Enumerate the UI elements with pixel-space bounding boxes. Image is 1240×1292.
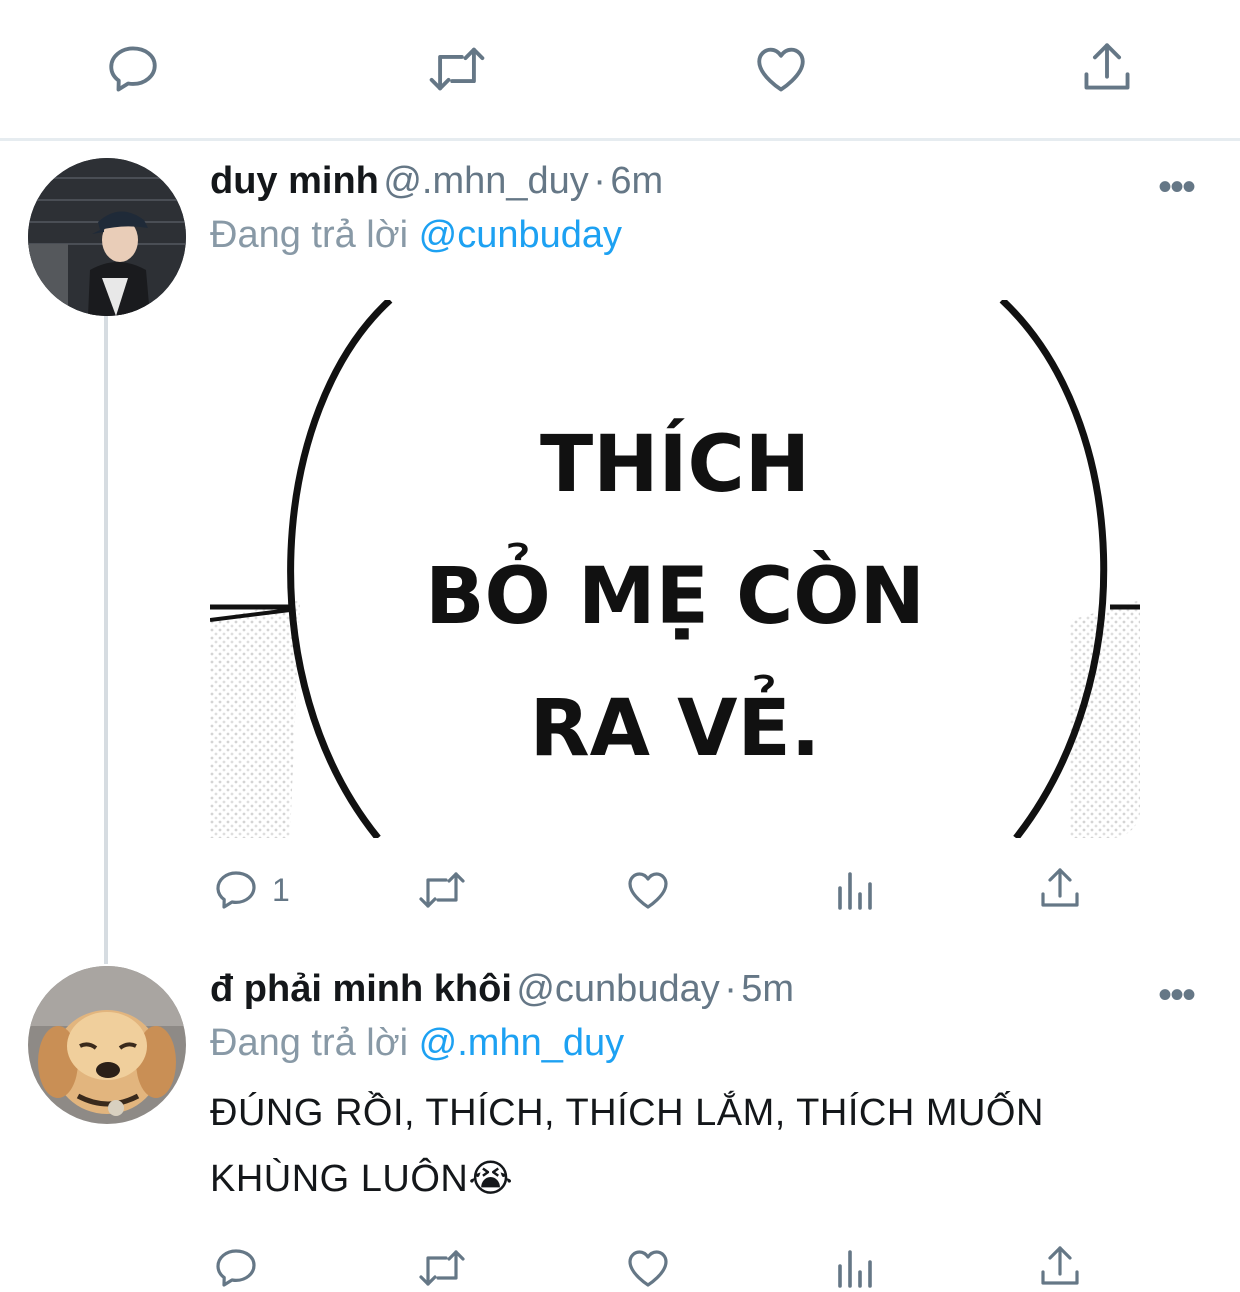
media-caption-line-3: RA VẺ.: [529, 684, 821, 774]
reply-count: 1: [272, 872, 290, 908]
avatar[interactable]: [28, 966, 186, 1124]
analytics-icon[interactable]: [832, 1244, 880, 1292]
handle[interactable]: @.mhn_duy: [383, 160, 588, 202]
previous-tweet-action-bar: [0, 0, 1240, 141]
replying-prefix: Đang trả lời: [210, 214, 409, 256]
tweet-text-line-2: KHÙNG LUÔN😭: [210, 1158, 514, 1200]
avatar[interactable]: [28, 158, 186, 316]
retweet-icon[interactable]: [414, 866, 470, 914]
share-icon[interactable]: [1036, 864, 1084, 912]
retweet-icon[interactable]: [414, 1244, 470, 1292]
tweet-text: ĐÚNG RỒI, THÍCH, THÍCH LẮM, THÍCH MUỐN K…: [210, 1080, 1210, 1212]
replying-to-handle[interactable]: @.mhn_duy: [419, 1022, 624, 1064]
timestamp[interactable]: 6m: [610, 160, 663, 202]
thread-connector: [104, 316, 108, 964]
display-name[interactable]: đ phải minh khôi: [210, 968, 512, 1010]
separator: ·: [593, 160, 606, 202]
tweet-media-image[interactable]: THÍCH BỎ MẸ CÒN RA VẺ.: [210, 300, 1140, 838]
tweet-text-line-1: ĐÚNG RỒI, THÍCH, THÍCH LẮM, THÍCH MUỐN: [210, 1092, 1044, 1134]
more-options-icon[interactable]: •••: [1158, 165, 1196, 210]
heart-icon[interactable]: [752, 40, 810, 98]
media-caption-line-1: THÍCH: [539, 420, 811, 510]
tweet-header: duy minh @.mhn_duy · 6m: [210, 160, 663, 203]
replying-to: Đang trả lời @cunbuday: [210, 214, 622, 257]
comment-icon[interactable]: [212, 866, 260, 914]
replying-to-handle[interactable]: @cunbuday: [419, 214, 622, 256]
comment-icon[interactable]: [104, 40, 162, 98]
share-icon[interactable]: [1078, 38, 1136, 96]
share-icon[interactable]: [1036, 1242, 1084, 1290]
media-caption-line-2: BỎ MẸ CÒN: [425, 552, 925, 642]
separator: ·: [724, 968, 737, 1010]
replying-to: Đang trả lời @.mhn_duy: [210, 1022, 624, 1065]
replying-prefix: Đang trả lời: [210, 1022, 409, 1064]
handle[interactable]: @cunbuday: [516, 968, 719, 1010]
heart-icon[interactable]: [624, 1244, 672, 1292]
heart-icon[interactable]: [624, 866, 672, 914]
timestamp[interactable]: 5m: [741, 968, 794, 1010]
analytics-icon[interactable]: [832, 866, 880, 914]
retweet-icon[interactable]: [424, 40, 490, 98]
tweet-header: đ phải minh khôi @cunbuday · 5m: [210, 968, 794, 1011]
more-options-icon[interactable]: •••: [1158, 973, 1196, 1018]
display-name[interactable]: duy minh: [210, 160, 379, 202]
comment-icon[interactable]: [212, 1244, 260, 1292]
